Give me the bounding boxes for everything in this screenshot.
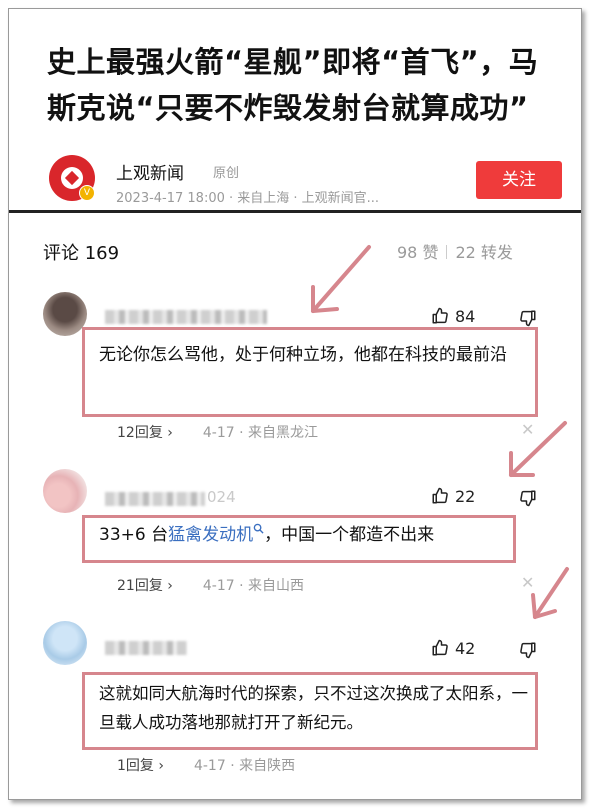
reply-count[interactable]: 1回复 › xyxy=(117,758,164,774)
like-count: 84 xyxy=(455,307,476,326)
comment-time-location: 4-17 · 来自陕西 xyxy=(193,758,296,774)
thumbs-up-icon xyxy=(432,487,448,504)
screenshot-frame: 史上最强火箭“星舰”即将“首飞”，马斯克说“只要不炸毁发射台就算成功” V 上观… xyxy=(8,8,582,800)
comment-time-location: 4-17 · 来自黑龙江 xyxy=(202,425,318,441)
thumbs-down-icon[interactable] xyxy=(519,489,537,507)
like-count: 22 xyxy=(455,487,476,506)
stats-separator xyxy=(446,245,448,259)
like-button[interactable]: 42 xyxy=(431,639,475,658)
username[interactable] xyxy=(105,640,187,658)
source-row: V 上观新闻 原创 2023-4-17 18:00 · 来自上海 · 上观新闻官… xyxy=(41,153,571,209)
comment-footer: 12回复 › 4-17 · 来自黑龙江 xyxy=(117,422,318,442)
thumbs-down-icon[interactable] xyxy=(519,309,537,327)
arrow-annotation xyxy=(531,567,569,619)
comment-text: 这就如同大航海时代的探索，只不过这次换成了太阳系，一旦载人成功落地那就打开了新纪… xyxy=(99,684,528,732)
arrow-annotation xyxy=(509,421,567,477)
username[interactable]: 024 xyxy=(105,488,236,506)
search-icon[interactable] xyxy=(253,523,264,534)
thumbs-down-icon[interactable] xyxy=(519,641,537,659)
avatar[interactable] xyxy=(43,469,87,513)
username[interactable] xyxy=(105,309,267,327)
like-count: 42 xyxy=(455,639,476,658)
source-name[interactable]: 上观新闻 xyxy=(116,159,184,184)
original-tag: 原创 xyxy=(213,166,240,181)
like-button[interactable]: 22 xyxy=(431,487,475,506)
comment-time-location: 4-17 · 来自山西 xyxy=(202,578,304,594)
arrow-annotation xyxy=(311,245,371,313)
article-stats: 98 赞 22 转发 xyxy=(397,239,513,263)
avatar[interactable] xyxy=(43,621,87,665)
thumbs-up-icon xyxy=(432,307,448,324)
search-link[interactable]: 猛禽发动机 xyxy=(168,525,253,545)
reply-count[interactable]: 21回复 › xyxy=(117,578,173,594)
likes-count[interactable]: 98 赞 xyxy=(397,243,438,262)
shares-count[interactable]: 22 转发 xyxy=(455,243,512,262)
comment-footer: 1回复 › 4-17 · 来自陕西 xyxy=(117,755,295,775)
thumbs-up-icon xyxy=(432,639,448,656)
divider xyxy=(9,210,581,213)
like-button[interactable]: 84 xyxy=(431,307,475,326)
article-meta: 2023-4-17 18:00 · 来自上海 · 上观新闻官... xyxy=(116,191,380,206)
avatar[interactable] xyxy=(43,292,87,336)
comment-text: 33+6 台猛禽发动机 ，中国一个都造不出来 xyxy=(99,523,435,545)
article-title: 史上最强火箭“星舰”即将“首飞”，马斯克说“只要不炸毁发射台就算成功” xyxy=(47,45,539,125)
username-tail: 024 xyxy=(207,488,236,506)
comment-footer: 21回复 › 4-17 · 来自山西 xyxy=(117,575,304,595)
comments-title: 评论 169 xyxy=(43,243,120,264)
verified-icon: V xyxy=(79,185,95,201)
follow-button[interactable]: 关注 xyxy=(476,161,562,199)
comment-text: 无论你怎么骂他，处于何种立场，他都在科技的最前沿 xyxy=(99,345,507,365)
reply-count[interactable]: 12回复 › xyxy=(117,425,173,441)
